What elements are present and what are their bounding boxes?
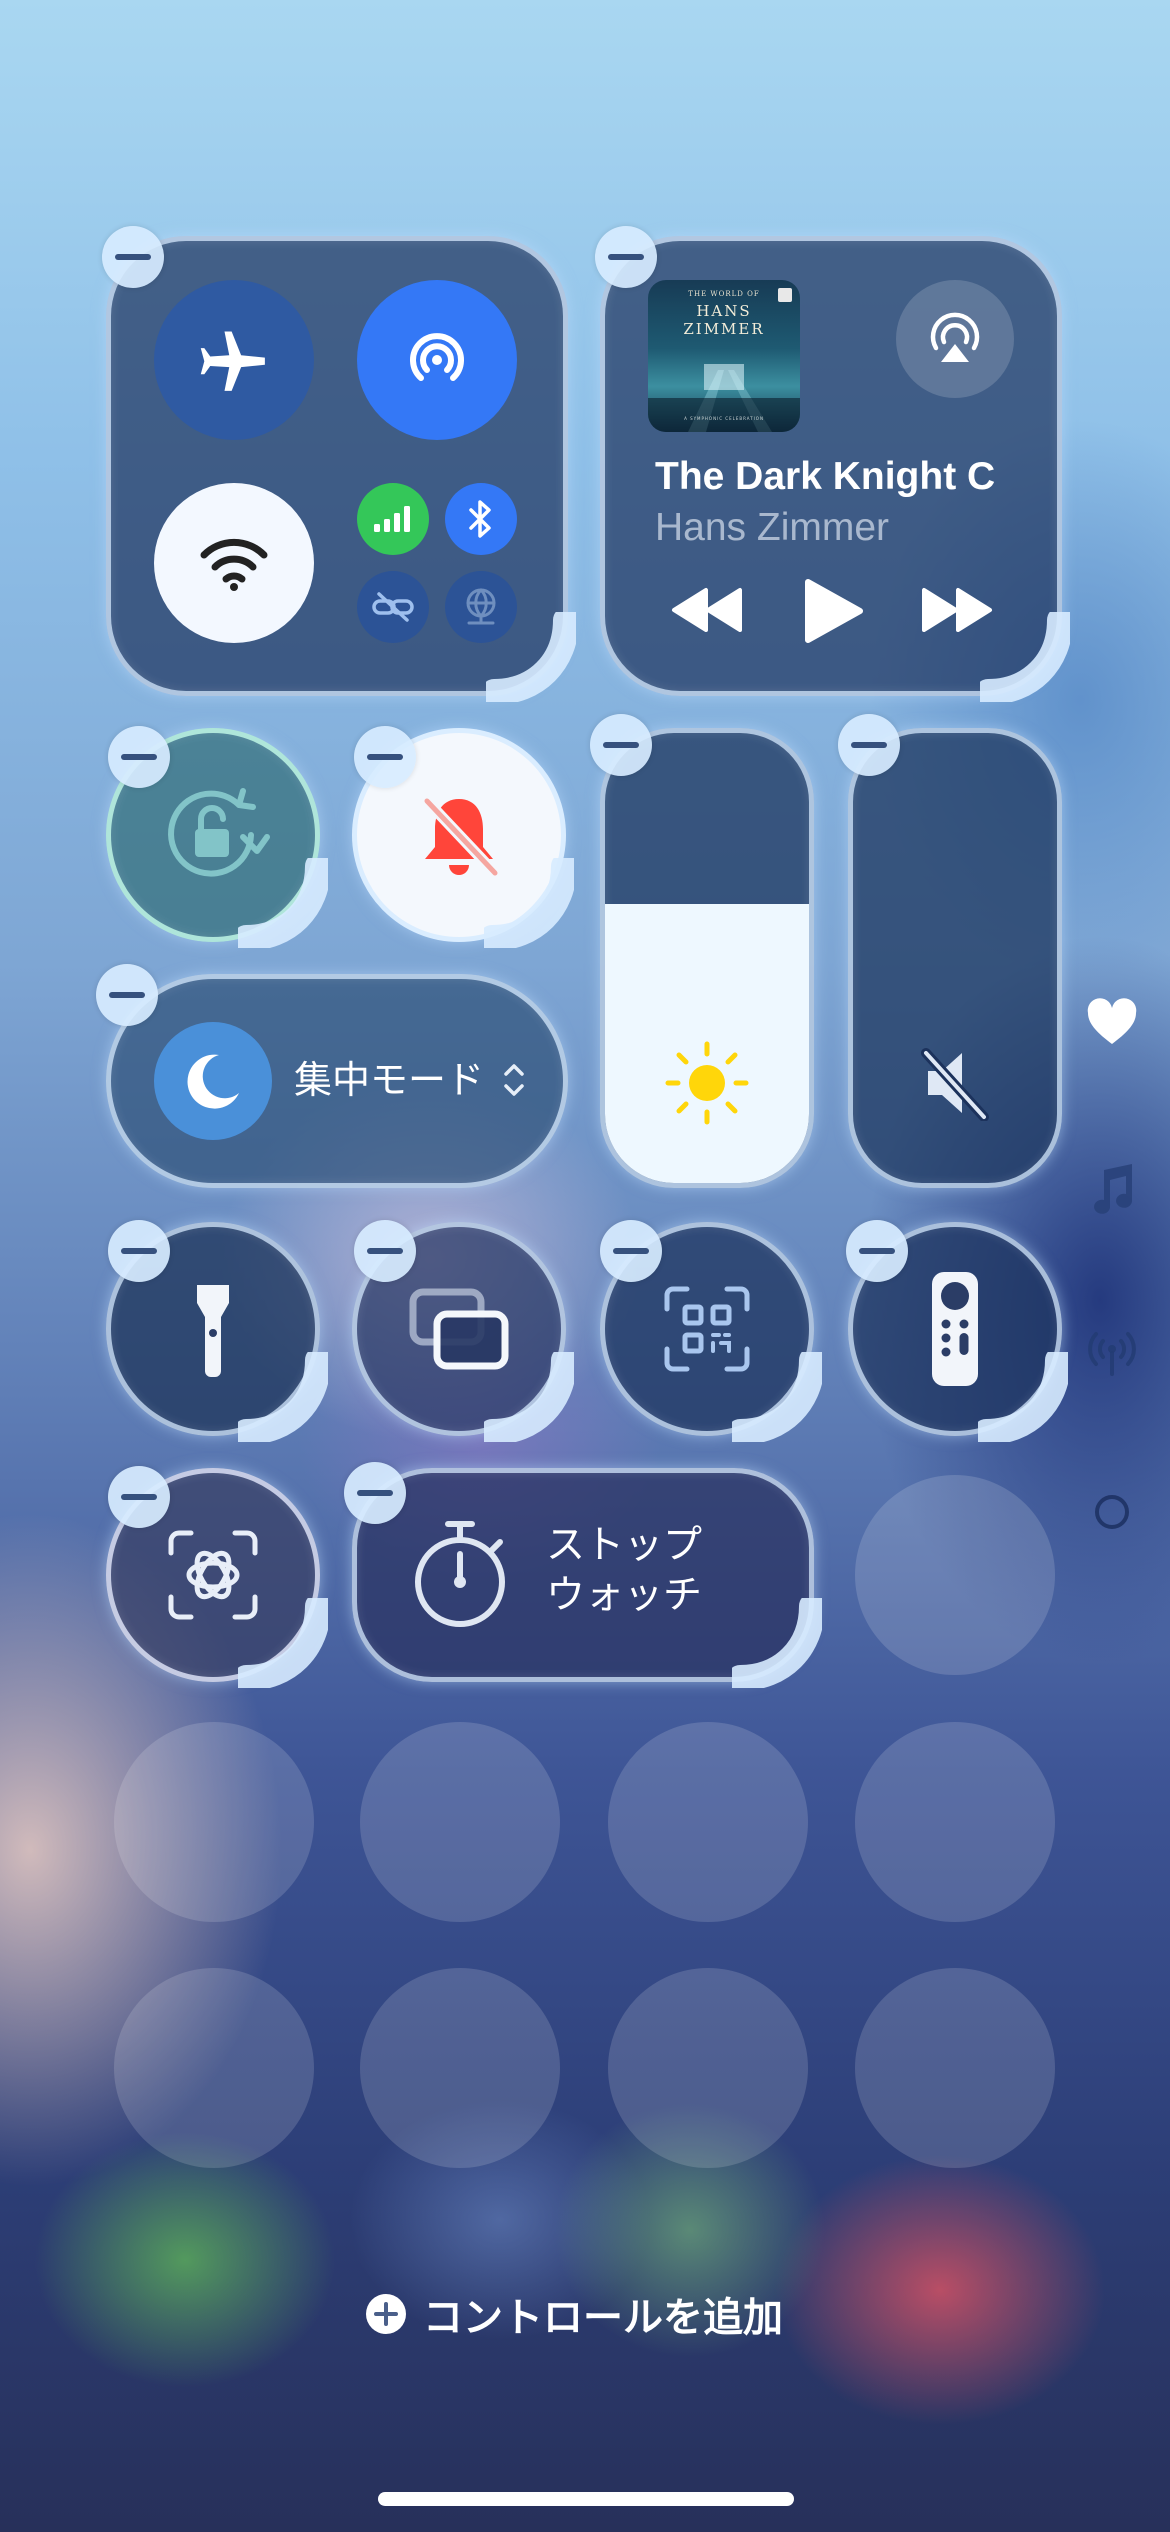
add-control-button[interactable]: コントロールを追加 [365, 2284, 783, 2344]
resize-handle[interactable] [980, 612, 1070, 702]
resize-handle[interactable] [238, 1352, 328, 1442]
hotspot-icon [372, 592, 414, 622]
bluetooth-button[interactable] [445, 483, 517, 555]
song-title: The Dark Knight C [655, 455, 996, 498]
airplane-mode-button[interactable] [154, 280, 314, 440]
stopwatch-icon [415, 1521, 505, 1627]
focus-moon-button[interactable] [154, 1022, 272, 1140]
song-artist: Hans Zimmer [655, 506, 890, 549]
heart-icon[interactable] [1086, 998, 1138, 1046]
remove-screen-mirroring-button[interactable] [354, 1220, 416, 1282]
resize-handle[interactable] [484, 1352, 574, 1442]
rewind-button[interactable] [670, 586, 744, 634]
empty-slot[interactable] [855, 1968, 1055, 2168]
resize-handle[interactable] [978, 1352, 1068, 1442]
moon-icon [187, 1054, 239, 1109]
broadcast-icon[interactable] [1082, 1326, 1142, 1376]
sun-icon [665, 1041, 749, 1125]
remove-connectivity-button[interactable] [102, 226, 164, 288]
volume-slider[interactable] [848, 728, 1062, 1188]
plus-circle-icon [366, 2294, 406, 2334]
music-note-icon[interactable] [1088, 1162, 1136, 1216]
empty-slot[interactable] [360, 1722, 560, 1922]
resize-handle[interactable] [484, 858, 574, 948]
tv-remote-icon [932, 1272, 978, 1386]
empty-slot[interactable] [360, 1968, 560, 2168]
add-control-label: コントロールを追加 [423, 2295, 783, 2341]
chevron-updown-icon [504, 1064, 524, 1096]
airplay-button[interactable] [896, 280, 1014, 398]
cellular-button[interactable] [357, 483, 429, 555]
empty-slot[interactable] [608, 1968, 808, 2168]
remove-flashlight-button[interactable] [108, 1220, 170, 1282]
album-art-title-2: ZIMMER [683, 320, 765, 338]
play-button[interactable] [802, 578, 864, 644]
remove-focus-button[interactable] [96, 964, 158, 1026]
stopwatch-label-line2: ウォッチ [546, 1573, 703, 1618]
resize-handle[interactable] [732, 1598, 822, 1688]
empty-slot[interactable] [608, 1722, 808, 1922]
brightness-slider[interactable] [600, 728, 814, 1188]
resize-handle[interactable] [238, 858, 328, 948]
airplay-audio-icon [930, 312, 980, 362]
resize-handle[interactable] [238, 1598, 328, 1688]
remove-visual-intelligence-button[interactable] [108, 1466, 170, 1528]
circle-icon[interactable] [1092, 1492, 1132, 1532]
flashlight-icon [197, 1285, 229, 1377]
remove-code-scanner-button[interactable] [600, 1220, 662, 1282]
resize-handle[interactable] [732, 1352, 822, 1442]
album-art[interactable]: THE WORLD OF HANS ZIMMER A SYMPHONIC CEL… [648, 280, 800, 432]
remove-orientation-lock-button[interactable] [108, 726, 170, 788]
resize-handle[interactable] [486, 612, 576, 702]
wifi-icon [200, 538, 268, 591]
remove-volume-button[interactable] [838, 714, 900, 776]
album-art-title-1: HANS [696, 302, 752, 320]
remove-silent-mode-button[interactable] [354, 726, 416, 788]
cellular-icon [374, 506, 410, 532]
focus-label: 集中モード [294, 1058, 485, 1102]
hotspot-button[interactable] [357, 571, 429, 643]
record-label-logo [778, 288, 792, 302]
bluetooth-icon [469, 500, 491, 538]
home-indicator[interactable] [378, 2492, 794, 2506]
remove-brightness-button[interactable] [590, 714, 652, 776]
airdrop-button[interactable] [357, 280, 517, 440]
empty-slot[interactable] [114, 1968, 314, 2168]
airdrop-icon [410, 333, 464, 381]
speaker-mute-icon [921, 1048, 989, 1121]
empty-slot[interactable] [855, 1722, 1055, 1922]
remove-stopwatch-button[interactable] [344, 1462, 406, 1524]
stopwatch-label-line1: ストップ [546, 1523, 703, 1568]
airplane-icon [200, 331, 265, 391]
empty-slot[interactable] [114, 1722, 314, 1922]
remove-apple-tv-remote-button[interactable] [846, 1220, 908, 1282]
album-art-caption: A SYMPHONIC CELEBRATION [684, 416, 764, 421]
empty-slot[interactable] [855, 1475, 1055, 1675]
remove-now-playing-button[interactable] [595, 226, 657, 288]
wifi-button[interactable] [154, 483, 314, 643]
